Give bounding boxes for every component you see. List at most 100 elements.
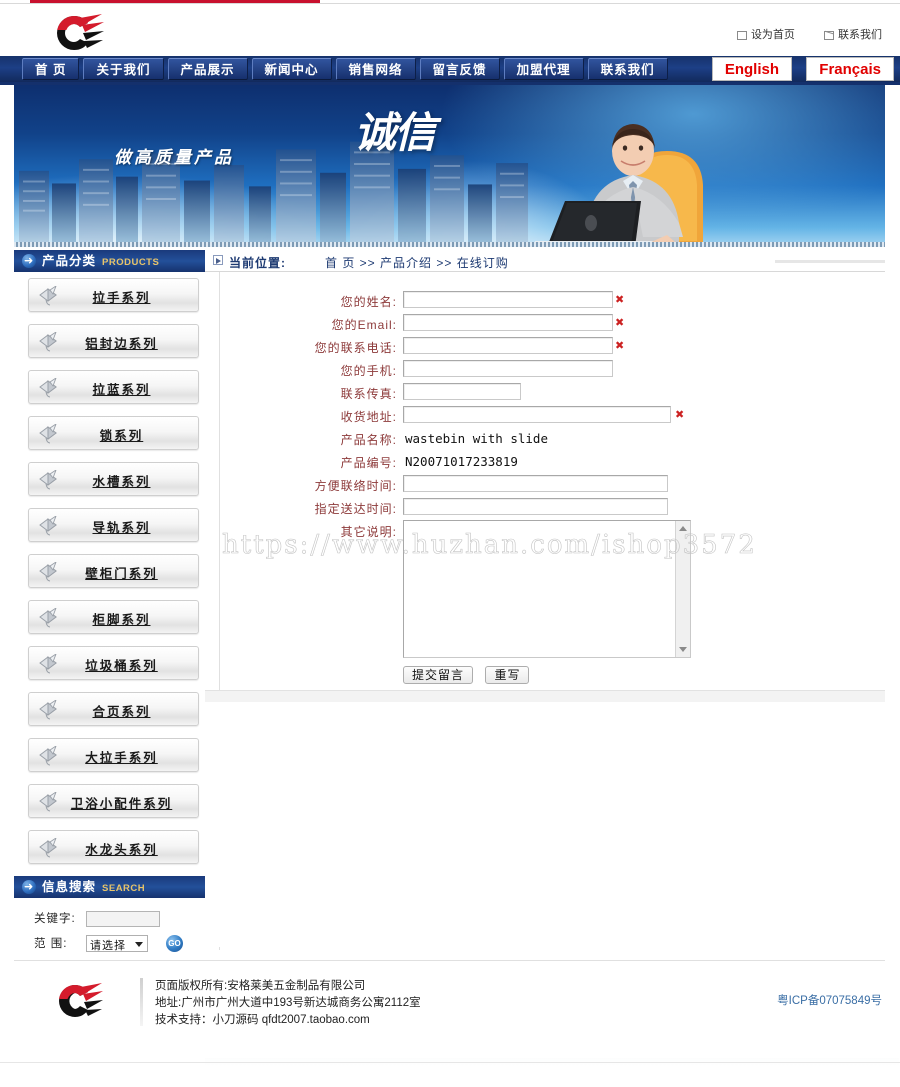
field-label: 收货地址: [340, 410, 397, 424]
other-notes-textarea[interactable] [403, 520, 691, 658]
set-homepage-link[interactable]: 设为首页 [736, 26, 795, 42]
required-mark: ✖ [615, 294, 625, 306]
sidebar-category-label: 卫浴小配件系列 [70, 797, 173, 811]
search-scope-selected: 请选择 [90, 940, 126, 953]
footer-divider-bar [140, 978, 143, 1026]
field-input-a-2[interactable] [403, 336, 613, 354]
products-panel-subtitle: PRODUCTS [102, 257, 160, 268]
sidebar-category-12[interactable]: 水龙头系列 [28, 830, 199, 864]
field-label: 您的姓名: [340, 295, 397, 309]
nav-item-7[interactable]: 联系我们 [587, 58, 668, 80]
field-wrap [403, 382, 521, 400]
search-go-button[interactable]: GO [166, 935, 183, 953]
field-label: 您的手机: [340, 364, 397, 378]
breadcrumb-separator: >> [432, 256, 457, 270]
form-row-b-0: 方便联络时间: [205, 474, 885, 496]
banner-bottom-strip [14, 242, 885, 247]
readonly-label: 产品名称: [340, 433, 397, 447]
nav-item-6[interactable]: 加盟代理 [503, 58, 584, 80]
sidebar-category-label: 拉手系列 [92, 291, 151, 305]
product-category-list: 拉手系列铝封边系列拉蓝系列锁系列水槽系列导轨系列壁柜门系列柜脚系列垃圾桶系列合页… [14, 272, 205, 864]
breadcrumb-path: 首 页 >> 产品介绍 >> 在线订购 [325, 254, 509, 271]
field-input-a-3[interactable] [403, 359, 613, 377]
field-wrap [403, 290, 613, 308]
breadcrumb-item-0[interactable]: 首 页 [325, 256, 355, 270]
search-scope-select[interactable]: 请选择 [86, 935, 148, 953]
sidebar-category-label: 柜脚系列 [92, 613, 151, 627]
nav-item-0[interactable]: 首 页 [22, 58, 80, 80]
sidebar-category-10[interactable]: 大拉手系列 [28, 738, 199, 772]
footer-text: 页面版权所有:安格莱美五金制品有限公司 地址:广州市广州大道中193号新达城商务… [155, 978, 421, 1029]
arrow-circle-icon [22, 876, 36, 898]
field-input-b-1[interactable] [403, 497, 668, 515]
field-wrap [403, 359, 613, 377]
nav-item-1[interactable]: 关于我们 [83, 58, 164, 80]
breadcrumb-right-rule [775, 260, 885, 263]
sidebar-category-6[interactable]: 壁柜门系列 [28, 554, 199, 588]
sidebar-category-2[interactable]: 拉蓝系列 [28, 370, 199, 404]
main-navigation: 首 页关于我们 产品展示 新闻中心 销售网络 留言反馈 加盟代理 联系我们 English … [0, 56, 900, 82]
field-wrap [403, 474, 668, 492]
field-wrap [403, 497, 668, 515]
other-notes-label: 其它说明: [340, 525, 397, 539]
required-mark: ✖ [675, 409, 685, 421]
sidebar-category-11[interactable]: 卫浴小配件系列 [28, 784, 199, 818]
search-scope-row: 范 围: 请选择 GO [34, 935, 205, 953]
language-english-button[interactable]: English [711, 57, 792, 81]
field-label: 联系传真: [340, 387, 397, 401]
chevron-down-icon [135, 942, 143, 948]
search-keyword-label: 关键字: [34, 913, 76, 925]
page-icon [736, 30, 747, 40]
form-row-b-1: 指定送达时间: [205, 497, 885, 519]
field-wrap [403, 336, 613, 354]
field-wrap [403, 313, 613, 331]
sidebar-category-9[interactable]: 合页系列 [28, 692, 199, 726]
icp-license-link[interactable]: 粤ICP备07075849号 [777, 992, 882, 1008]
search-keyword-input[interactable] [86, 910, 160, 927]
sidebar-category-label: 垃圾桶系列 [85, 659, 158, 673]
language-francais-button[interactable]: Français [806, 57, 894, 81]
readonly-value-0: wastebin with slide [405, 431, 548, 446]
nav-item-4[interactable]: 销售网络 [335, 58, 416, 80]
arrow-circle-icon [22, 250, 36, 272]
content-area: 当前位置: 首 页 >> 产品介绍 >> 在线订购 您的姓名: ✖ 您的Email:… [205, 250, 885, 957]
sidebar-category-7[interactable]: 柜脚系列 [28, 600, 199, 634]
form-row-readonly-1: 产品编号: N20071017233819 [205, 451, 885, 473]
reset-form-button[interactable]: 重写 [485, 666, 530, 684]
field-input-b-0[interactable] [403, 474, 668, 492]
search-panel: 信息搜索 SEARCH 关键字: 范 围: 请选择 GO [14, 876, 205, 972]
contact-us-link[interactable]: 联系我们 [824, 26, 882, 42]
products-panel-title: 产品分类 [42, 254, 97, 268]
field-input-a-5[interactable] [403, 405, 671, 423]
textarea-scrollbar[interactable] [675, 521, 690, 657]
scroll-down-arrow-icon[interactable] [679, 647, 687, 652]
banner-slogan: 做高质量产品 [114, 148, 234, 167]
scroll-up-arrow-icon[interactable] [679, 526, 687, 531]
sidebar-category-5[interactable]: 导轨系列 [28, 508, 199, 542]
company-logo[interactable] [40, 12, 106, 54]
page-bottom-rule [0, 1062, 900, 1063]
submit-message-button[interactable]: 提交留言 [403, 666, 474, 684]
breadcrumb-separator: >> [355, 256, 381, 270]
nav-item-5[interactable]: 留言反馈 [419, 58, 500, 80]
breadcrumb-item-2[interactable]: 在线订购 [457, 256, 509, 270]
sidebar-category-3[interactable]: 锁系列 [28, 416, 199, 450]
readonly-value-1: N20071017233819 [405, 454, 518, 469]
field-input-a-1[interactable] [403, 313, 613, 331]
breadcrumb: 当前位置: 首 页 >> 产品介绍 >> 在线订购 [205, 250, 885, 272]
breadcrumb-item-1[interactable]: 产品介绍 [380, 256, 432, 270]
field-input-a-0[interactable] [403, 290, 613, 308]
nav-item-3[interactable]: 新闻中心 [251, 58, 332, 80]
field-input-a-4[interactable] [403, 382, 521, 400]
form-row-a-0: 您的姓名: ✖ [205, 290, 885, 312]
set-homepage-label: 设为首页 [750, 29, 795, 41]
breadcrumb-label: 当前位置: [229, 256, 286, 270]
sidebar-category-4[interactable]: 水槽系列 [28, 462, 199, 496]
sidebar-category-8[interactable]: 垃圾桶系列 [28, 646, 199, 680]
sidebar-category-0[interactable]: 拉手系列 [28, 278, 199, 312]
sidebar-category-1[interactable]: 铝封边系列 [28, 324, 199, 358]
search-keyword-row: 关键字: [34, 910, 205, 927]
nav-item-2[interactable]: 产品展示 [167, 58, 248, 80]
search-panel-header: 信息搜索 SEARCH [14, 876, 205, 898]
required-mark: ✖ [615, 340, 625, 352]
